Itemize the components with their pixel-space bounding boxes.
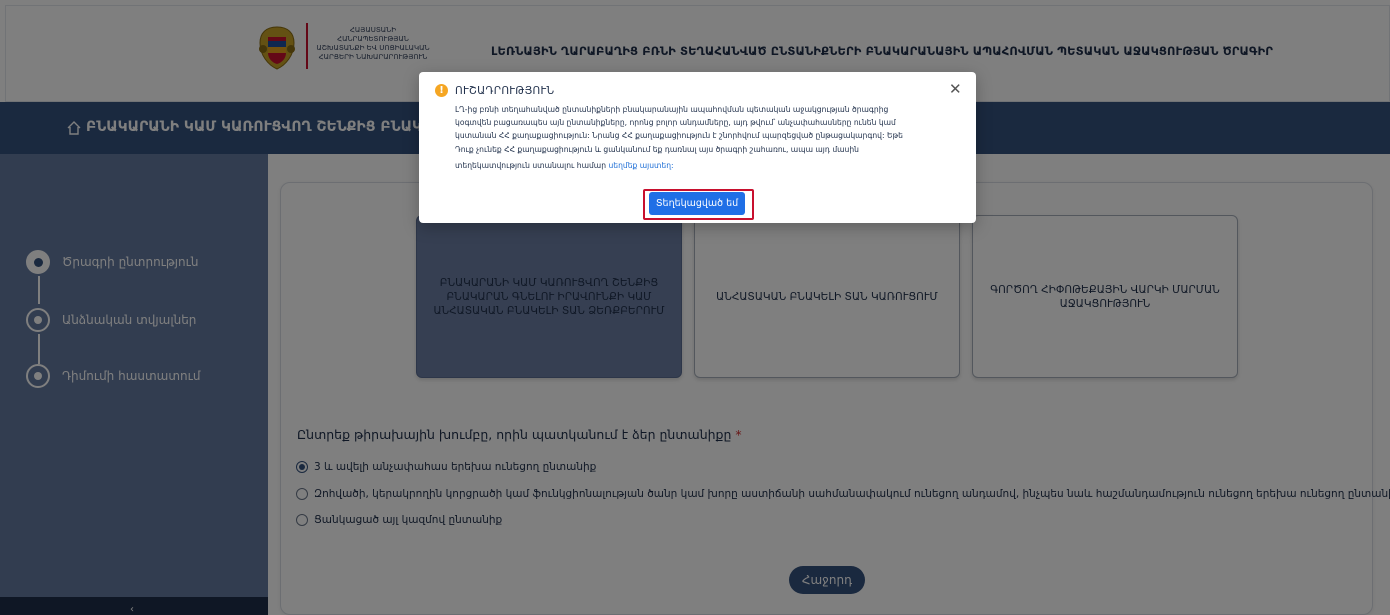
modal-body-line: կստանան ՀՀ քաղաքացիություն: Նրանց ՀՀ քաղ… (455, 131, 903, 141)
attention-modal: ! ՈՒՇԱԴՐՈՒԹՅՈՒՆ ✕ ԼՂ-ից բռնի տեղահանված … (419, 72, 976, 223)
modal-body-line: ԼՂ-ից բռնի տեղահանված ընտանիքների բնակար… (455, 105, 889, 114)
modal-body-last-line: տեղեկատվություն ստանալու համար սեղմեք այ… (455, 159, 955, 172)
modal-body-line: կօգտվեն բացառապես այն ընտանիքները, որոնց… (455, 118, 896, 128)
close-icon[interactable]: ✕ (949, 82, 962, 97)
click-here-link[interactable]: սեղմեք այստեղ: (608, 161, 673, 170)
warning-icon: ! (435, 84, 448, 97)
confirm-button[interactable]: Տեղեկացված եմ (649, 192, 745, 215)
modal-body-line: Դուք չունեք ՀՀ քաղաքացիություն և ցանկանո… (455, 144, 859, 154)
modal-body-prefix: տեղեկատվություն ստանալու համար (455, 160, 607, 170)
modal-body: ԼՂ-ից բռնի տեղահանված ընտանիքների բնակար… (455, 103, 955, 172)
modal-title: ՈՒՇԱԴՐՈՒԹՅՈՒՆ (455, 85, 555, 97)
